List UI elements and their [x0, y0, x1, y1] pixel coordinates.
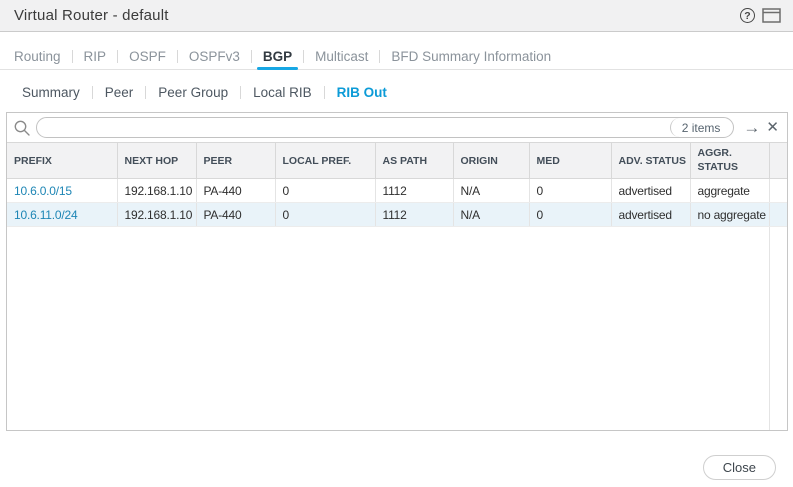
- column-header-aggr-status[interactable]: AGGR. STATUS: [690, 143, 769, 179]
- local-pref-cell: 0: [275, 179, 375, 203]
- window-icon[interactable]: [762, 8, 781, 23]
- column-header-as-path[interactable]: AS PATH: [375, 143, 453, 179]
- help-icon[interactable]: ?: [740, 8, 755, 23]
- next-hop-cell: 192.168.1.10: [117, 203, 196, 227]
- tab-bgp[interactable]: BGP: [252, 44, 303, 69]
- table-row[interactable]: 10.6.0.0/15 192.168.1.10 PA-440 0 1112 N…: [7, 179, 787, 203]
- scroll-gutter-divider: [769, 227, 770, 430]
- next-hop-cell: 192.168.1.10: [117, 179, 196, 203]
- aggr-status-cell: aggregate: [690, 179, 769, 203]
- rib-out-table: PREFIX NEXT HOP PEER LOCAL PREF. AS PATH…: [7, 142, 787, 227]
- spacer-cell: [769, 179, 787, 203]
- help-glyph: ?: [744, 10, 750, 22]
- column-header-local-pref[interactable]: LOCAL PREF.: [275, 143, 375, 179]
- tab-routing[interactable]: Routing: [14, 44, 72, 69]
- table-empty-area: [7, 227, 787, 430]
- tab-rip[interactable]: RIP: [73, 44, 118, 69]
- column-header-spacer: [769, 143, 787, 179]
- search-row: 2 items → ✕: [7, 113, 787, 142]
- subtab-summary[interactable]: Summary: [22, 85, 92, 100]
- tab-bfd-summary-information[interactable]: BFD Summary Information: [380, 44, 562, 69]
- table-row[interactable]: 10.6.11.0/24 192.168.1.10 PA-440 0 1112 …: [7, 203, 787, 227]
- search-input[interactable]: [37, 118, 670, 137]
- adv-status-cell: advertised: [611, 179, 690, 203]
- rib-out-panel: 2 items → ✕ PREFIX NEXT HOP PEER LOCAL P…: [6, 112, 788, 431]
- tab-bar: Routing RIP OSPF OSPFv3 BGP Multicast BF…: [0, 44, 793, 70]
- spacer-cell: [769, 203, 787, 227]
- tab-ospfv3[interactable]: OSPFv3: [178, 44, 251, 69]
- search-icon: [13, 119, 31, 137]
- peer-cell: PA-440: [196, 179, 275, 203]
- peer-cell: PA-440: [196, 203, 275, 227]
- header-row: PREFIX NEXT HOP PEER LOCAL PREF. AS PATH…: [7, 143, 787, 179]
- close-button[interactable]: Close: [703, 455, 776, 480]
- origin-cell: N/A: [453, 203, 529, 227]
- med-cell: 0: [529, 179, 611, 203]
- tab-multicast[interactable]: Multicast: [304, 44, 379, 69]
- subtab-bar: Summary Peer Peer Group Local RIB RIB Ou…: [0, 81, 793, 103]
- page-title: Virtual Router - default: [14, 7, 169, 24]
- column-header-origin[interactable]: ORIGIN: [453, 143, 529, 179]
- column-header-med[interactable]: MED: [529, 143, 611, 179]
- subtab-peer-group[interactable]: Peer Group: [146, 85, 240, 100]
- dialog-titlebar: Virtual Router - default ?: [0, 0, 793, 32]
- as-path-cell: 1112: [375, 203, 453, 227]
- aggr-status-cell: no aggregate: [690, 203, 769, 227]
- clear-filter-x-icon[interactable]: ✕: [763, 120, 780, 135]
- search-pill: 2 items: [36, 117, 734, 138]
- subtab-rib-out[interactable]: RIB Out: [325, 85, 399, 100]
- column-header-peer[interactable]: PEER: [196, 143, 275, 179]
- as-path-cell: 1112: [375, 179, 453, 203]
- items-count-badge: 2 items: [670, 118, 734, 137]
- local-pref-cell: 0: [275, 203, 375, 227]
- column-header-prefix[interactable]: PREFIX: [7, 143, 117, 179]
- adv-status-cell: advertised: [611, 203, 690, 227]
- subtab-local-rib[interactable]: Local RIB: [241, 85, 324, 100]
- column-header-next-hop[interactable]: NEXT HOP: [117, 143, 196, 179]
- titlebar-icons: ?: [740, 8, 781, 23]
- subtab-peer[interactable]: Peer: [93, 85, 146, 100]
- prefix-link[interactable]: 10.6.0.0/15: [14, 184, 72, 198]
- apply-filter-arrow-icon[interactable]: →: [740, 119, 763, 136]
- prefix-link[interactable]: 10.6.11.0/24: [14, 208, 77, 222]
- column-header-adv-status[interactable]: ADV. STATUS: [611, 143, 690, 179]
- med-cell: 0: [529, 203, 611, 227]
- origin-cell: N/A: [453, 179, 529, 203]
- tab-ospf[interactable]: OSPF: [118, 44, 177, 69]
